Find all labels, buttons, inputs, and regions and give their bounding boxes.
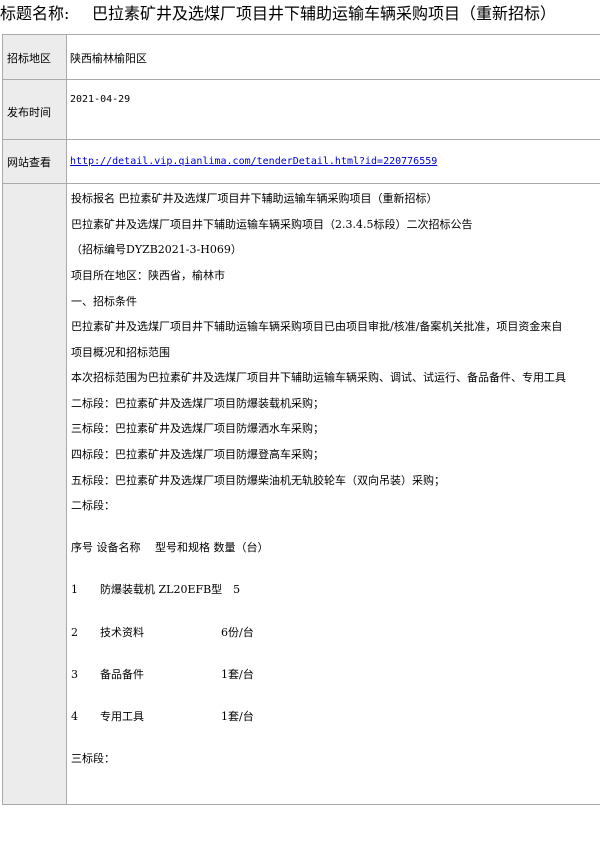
web-key: 网站查看 bbox=[2, 139, 67, 184]
content-line: 五标段：巴拉素矿井及选煤厂项目防爆柴油机无轨胶轮车（双向吊装）采购； bbox=[71, 474, 445, 487]
content-body: 投标报名 巴拉素矿井及选煤厂项目井下辅助运输车辆采购项目（重新招标） 巴拉素矿井… bbox=[70, 184, 600, 804]
table-row-line: 2 技术资料 6份/台 bbox=[71, 626, 254, 639]
content-line: 项目概况和招标范围 bbox=[71, 346, 170, 359]
detail-link[interactable]: http://detail.vip.qianlima.com/tenderDet… bbox=[70, 156, 437, 167]
content-line: 一、招标条件 bbox=[71, 295, 137, 308]
content-key bbox=[2, 183, 67, 805]
web-cell: http://detail.vip.qianlima.com/tenderDet… bbox=[66, 139, 600, 184]
content-line: （招标编号DYZB2021-3-H069） bbox=[71, 243, 242, 256]
title-text: 巴拉素矿井及选煤厂项目井下辅助运输车辆采购项目（重新招标） bbox=[92, 4, 557, 23]
content-line: 巴拉素矿井及选煤厂项目井下辅助运输车辆采购项目（2.3.4.5标段）二次招标公告 bbox=[71, 218, 473, 231]
content-line: 三标段：巴拉素矿井及选煤厂项目防爆洒水车采购； bbox=[71, 422, 324, 435]
time-key: 发布时间 bbox=[2, 79, 67, 140]
time-value: 2021-04-29 bbox=[66, 79, 600, 140]
content-line: 巴拉素矿井及选煤厂项目井下辅助运输车辆采购项目已由项目审批/核准/备案机关批准，… bbox=[71, 320, 563, 333]
content-line: 投标报名 巴拉素矿井及选煤厂项目井下辅助运输车辆采购项目（重新招标） bbox=[71, 192, 438, 205]
title-label: 标题名称: bbox=[0, 4, 70, 23]
content-line: 项目所在地区：陕西省，榆林市 bbox=[71, 269, 225, 282]
info-table: 招标地区 陕西榆林榆阳区 发布时间 2021-04-29 网站查看 http:/… bbox=[2, 34, 600, 805]
table-row-line: 3 备品备件 1套/台 bbox=[71, 668, 254, 681]
row-content: 投标报名 巴拉素矿井及选煤厂项目井下辅助运输车辆采购项目（重新招标） 巴拉素矿井… bbox=[2, 183, 600, 805]
row-area: 招标地区 陕西榆林榆阳区 bbox=[2, 34, 600, 80]
content-line: 四标段：巴拉素矿井及选煤厂项目防爆登高车采购； bbox=[71, 448, 324, 461]
table-row-line: 1 防爆装载机 ZL20EFB型 5 bbox=[71, 583, 241, 596]
area-key: 招标地区 bbox=[2, 34, 67, 80]
row-web: 网站查看 http://detail.vip.qianlima.com/tend… bbox=[2, 139, 600, 184]
table-row-line: 4 专用工具 1套/台 bbox=[71, 710, 254, 723]
area-value: 陕西榆林榆阳区 bbox=[66, 34, 600, 80]
table-header-line: 序号 设备名称 型号和规格 数量（台） bbox=[71, 541, 269, 554]
content-cell: 投标报名 巴拉素矿井及选煤厂项目井下辅助运输车辆采购项目（重新招标） 巴拉素矿井… bbox=[66, 183, 600, 805]
title-row: 标题名称: 巴拉素矿井及选煤厂项目井下辅助运输车辆采购项目（重新招标） bbox=[0, 0, 600, 34]
content-line: 二标段：巴拉素矿井及选煤厂项目防爆装载机采购； bbox=[71, 397, 324, 410]
content-line: 三标段： bbox=[71, 752, 115, 765]
content-line: 本次招标范围为巴拉素矿井及选煤厂项目井下辅助运输车辆采购、调试、试运行、备品备件… bbox=[71, 371, 566, 384]
content-line: 二标段： bbox=[71, 499, 115, 512]
row-time: 发布时间 2021-04-29 bbox=[2, 79, 600, 140]
